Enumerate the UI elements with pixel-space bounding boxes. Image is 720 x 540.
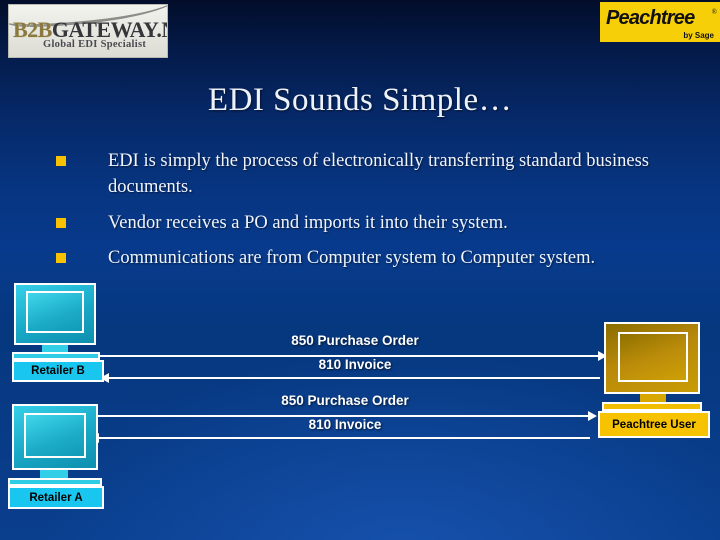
slide-canvas: B2BGATEWAY.NET Global EDI Specialist Pea… xyxy=(0,0,720,540)
flow-bottom-outbound-arrowhead-icon xyxy=(588,411,597,421)
computer-base xyxy=(602,402,702,411)
monitor-stand xyxy=(40,470,68,478)
monitor-stand xyxy=(640,394,666,402)
flow-bottom-inbound-label: 810 Invoice xyxy=(308,417,382,432)
flow-top-inbound-label: 810 Invoice xyxy=(318,357,392,372)
computer-label-retailer-b: Retailer B xyxy=(12,360,104,382)
computer-retailer-b: Retailer B xyxy=(12,283,104,383)
computer-base xyxy=(8,478,102,486)
monitor-screen xyxy=(618,332,688,382)
computer-label-retailer-a: Retailer A xyxy=(8,486,104,509)
flow-top-inbound-line xyxy=(100,377,600,379)
flow-top-outbound-label: 850 Purchase Order xyxy=(291,333,419,348)
computer-label-peachtree-user: Peachtree User xyxy=(598,411,710,438)
monitor-stand xyxy=(42,345,68,352)
edi-flow-diagram: 850 Purchase Order 810 Invoice 850 Purch… xyxy=(0,0,720,540)
computer-base xyxy=(12,352,100,360)
computer-retailer-a: Retailer A xyxy=(8,404,104,510)
monitor-screen xyxy=(24,413,86,458)
flow-bottom-outbound-label: 850 Purchase Order xyxy=(281,393,409,408)
monitor-screen xyxy=(26,291,84,333)
computer-peachtree-user: Peachtree User xyxy=(598,322,710,448)
flow-bottom-inbound-line xyxy=(90,437,590,439)
